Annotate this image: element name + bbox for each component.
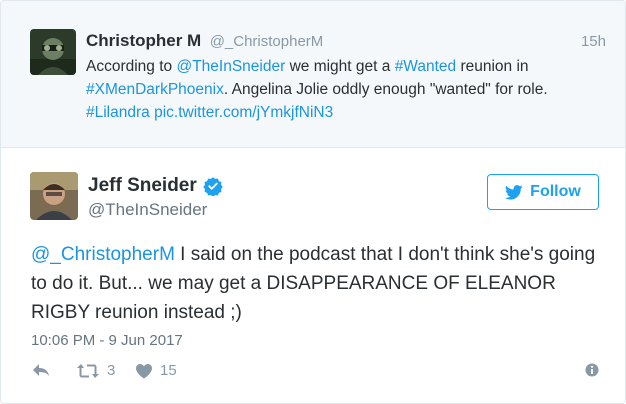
parent-author-name[interactable]: Christopher M	[86, 31, 201, 50]
main-author-name[interactable]: Jeff Sneider	[88, 175, 197, 197]
reply-button[interactable]	[31, 362, 51, 378]
embedded-tweet-card: Christopher M @_ChristopherM 15h Accordi…	[0, 0, 626, 404]
parent-author-avatar[interactable]	[30, 29, 76, 75]
retweet-count: 3	[107, 362, 116, 379]
tweet-info-button[interactable]	[584, 362, 600, 378]
reply-icon	[33, 364, 49, 376]
twitter-bird-icon	[505, 184, 523, 199]
parent-tweet-header: Christopher M @_ChristopherM 15h	[86, 31, 606, 53]
parent-tweet-text-segment: reunion in	[456, 58, 529, 75]
verified-badge-icon	[203, 177, 223, 196]
parent-tweet-text: According to @TheInSneider we might get …	[86, 55, 606, 124]
like-count: 15	[160, 362, 177, 379]
parent-tweet-link[interactable]: @TheInSneider	[176, 58, 285, 75]
retweet-button[interactable]: 3	[76, 362, 115, 379]
parent-tweet-link[interactable]: #Wanted	[395, 58, 456, 75]
parent-tweet[interactable]: Christopher M @_ChristopherM 15h Accordi…	[1, 1, 625, 148]
main-author-handle[interactable]: @TheInSneider	[88, 200, 207, 220]
parent-tweet-link[interactable]: #Lilandra	[86, 104, 150, 121]
tweet-actions-bar: 3 15	[31, 362, 601, 386]
follow-button[interactable]: Follow	[487, 174, 599, 210]
reply-mention-link[interactable]: @_ChristopherM	[31, 244, 175, 265]
parent-tweet-link[interactable]: pic.twitter.com/jYmkjfNiN3	[154, 104, 333, 121]
main-tweet-text: @_ChristopherM I said on the podcast tha…	[31, 240, 611, 327]
parent-tweet-text-segment: we might get a	[285, 58, 395, 75]
parent-tweet-link[interactable]: #XMenDarkPhoenix	[86, 81, 224, 98]
main-author-name-row: Jeff Sneider	[88, 175, 223, 197]
parent-tweet-timestamp[interactable]: 15h	[581, 33, 606, 50]
main-author-avatar[interactable]	[30, 172, 78, 220]
info-icon	[585, 363, 599, 377]
retweet-icon	[77, 363, 99, 378]
main-tweet-date[interactable]: 10:06 PM - 9 Jun 2017	[31, 332, 183, 349]
like-button[interactable]: 15	[135, 362, 177, 379]
parent-tweet-text-segment: . Angelina Jolie oddly enough "wanted" f…	[223, 81, 548, 98]
parent-tweet-text-segment: According to	[86, 58, 177, 75]
parent-author-handle[interactable]: @_ChristopherM	[210, 33, 324, 50]
follow-button-label: Follow	[530, 183, 581, 200]
heart-icon	[136, 363, 152, 378]
